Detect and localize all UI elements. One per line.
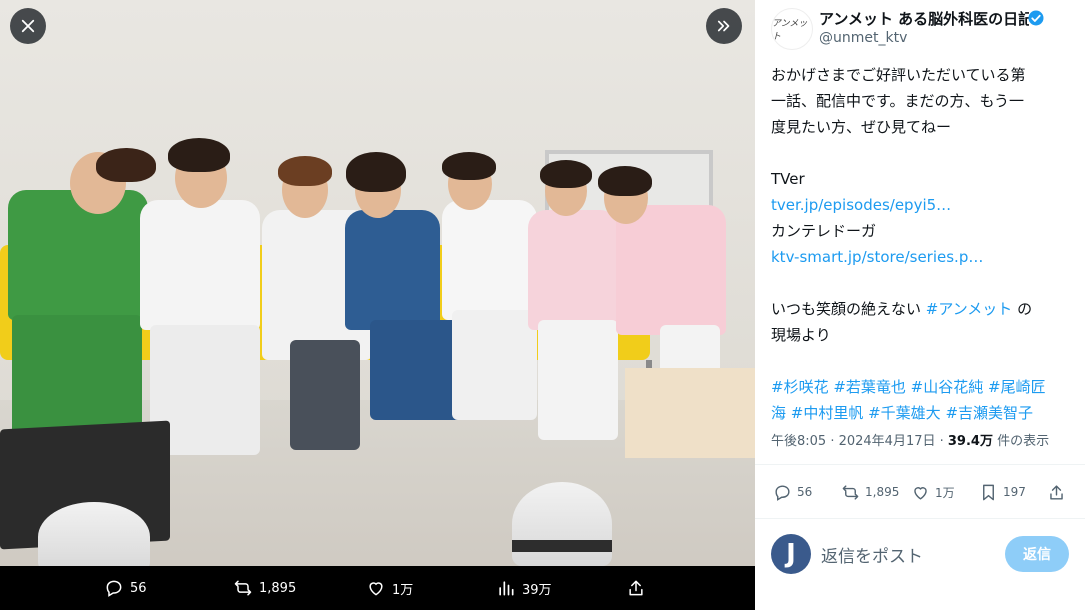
tweet-line-1: おかげさまでご好評いただいている第 bbox=[771, 66, 1026, 84]
views-chart-icon bbox=[499, 581, 514, 596]
reply-submit-button[interactable]: 返信 bbox=[1005, 536, 1069, 572]
tweet-panel: アンメット アンメット ある脳外科医の日記 @unmet_ktv おかげさまでご… bbox=[755, 0, 1085, 610]
repost-count: 1,895 bbox=[865, 485, 900, 499]
author-name[interactable]: アンメット ある脳外科医の日記 bbox=[819, 8, 1029, 29]
reply-icon bbox=[106, 580, 122, 597]
media-reply-count: 56 bbox=[130, 580, 147, 596]
reply-count: 56 bbox=[797, 485, 813, 499]
user-avatar[interactable]: J bbox=[771, 534, 811, 574]
tweet-actions: 56 1,895 1万 197 bbox=[755, 472, 1085, 512]
media-like-count: 1万 bbox=[392, 582, 414, 598]
photo-stool-center bbox=[512, 482, 612, 566]
closing-post: の bbox=[1012, 300, 1033, 318]
closing-line: いつも笑顔の絶えない #アンメット の bbox=[771, 296, 1071, 322]
closing-pre: いつも笑顔の絶えない bbox=[771, 300, 926, 318]
tver-link[interactable]: tver.jp/episodes/epyi5… bbox=[771, 192, 1071, 218]
tweet-meta: 午後8:05 · 2024年4月17日 · 39.4万 件の表示 bbox=[771, 430, 1049, 449]
bookmark-icon bbox=[983, 484, 994, 500]
reply-icon bbox=[775, 484, 790, 501]
next-button[interactable] bbox=[706, 8, 742, 44]
tweet-line-3: 度見たい方、ぜひ見てねー bbox=[771, 118, 952, 136]
reply-button[interactable]: 56 bbox=[773, 472, 812, 512]
close-button[interactable] bbox=[10, 8, 46, 44]
repost-button[interactable]: 1,895 bbox=[841, 472, 899, 512]
share-button[interactable] bbox=[1047, 472, 1071, 512]
bookmark-count: 197 bbox=[1003, 485, 1026, 499]
ktv-label: カンテレドーガ bbox=[771, 222, 877, 240]
closing-line-2: 現場より bbox=[771, 326, 831, 344]
tweet-text: おかげさまでご好評いただいている第 一話、配信中です。まだの方、もう一 度見たい… bbox=[771, 62, 1071, 426]
media-views-count: 39万 bbox=[522, 582, 552, 598]
reply-input[interactable]: 返信をポスト bbox=[821, 542, 923, 567]
hashtag-unmet[interactable]: #アンメット bbox=[926, 300, 1013, 318]
ktv-link[interactable]: ktv-smart.jp/store/series.p… bbox=[771, 244, 1071, 270]
bookmark-button[interactable]: 197 bbox=[979, 472, 1026, 512]
divider-top bbox=[755, 464, 1085, 465]
author-avatar[interactable]: アンメット bbox=[771, 8, 813, 50]
heart-icon bbox=[369, 582, 383, 596]
like-button[interactable]: 1万 bbox=[911, 472, 955, 512]
media-repost-button[interactable]: 1,895 bbox=[233, 566, 296, 610]
cast-photo bbox=[0, 0, 755, 566]
tver-label: TVer bbox=[771, 170, 805, 188]
photo-stool-band bbox=[512, 540, 612, 552]
media-viewer: 56 1,895 1万 39万 bbox=[0, 0, 755, 610]
share-icon bbox=[629, 580, 643, 596]
hashtags-line-2[interactable]: 海 #中村里帆 #千葉雄大 #吉瀬美智子 bbox=[771, 400, 1071, 426]
photo-table-right bbox=[625, 368, 755, 458]
share-icon bbox=[1050, 484, 1063, 500]
tweet-view-suffix: 件の表示 bbox=[992, 434, 1050, 449]
double-chevron-right-icon bbox=[717, 20, 730, 32]
repost-icon bbox=[234, 580, 252, 596]
tweet-view-count: 39.4万 bbox=[947, 434, 993, 449]
repost-icon bbox=[842, 484, 859, 500]
hashtags-line-1[interactable]: #杉咲花 #若葉竜也 #山谷花純 #尾崎匠 bbox=[771, 374, 1071, 400]
avatar-logo-text: アンメット bbox=[772, 19, 808, 42]
photo-stool-left bbox=[38, 502, 150, 566]
author-handle[interactable]: @unmet_ktv bbox=[819, 30, 907, 46]
media-like-button[interactable]: 1万 bbox=[366, 566, 413, 610]
tweet-timestamp[interactable]: 午後8:05 · 2024年4月17日 · bbox=[771, 434, 948, 449]
tweet-line-2: 一話、配信中です。まだの方、もう一 bbox=[771, 92, 1025, 110]
heart-icon bbox=[914, 486, 927, 500]
like-count: 1万 bbox=[935, 485, 955, 500]
media-reply-button[interactable]: 56 bbox=[104, 566, 147, 610]
close-icon bbox=[21, 19, 35, 33]
reply-composer: J 返信をポスト 返信 bbox=[755, 526, 1085, 582]
verified-badge-icon bbox=[1028, 10, 1044, 26]
media-share-button[interactable] bbox=[626, 566, 652, 610]
media-action-bar: 56 1,895 1万 39万 bbox=[0, 566, 755, 610]
media-views-button[interactable]: 39万 bbox=[496, 566, 552, 610]
media-repost-count: 1,895 bbox=[259, 580, 297, 596]
divider-bottom bbox=[755, 518, 1085, 519]
